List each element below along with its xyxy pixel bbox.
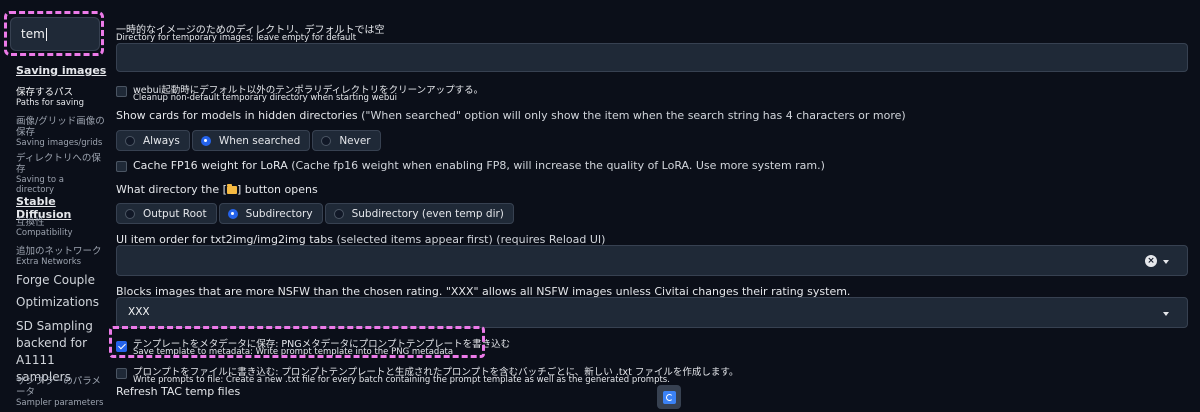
ui-order-multiselect[interactable]: × bbox=[116, 245, 1188, 276]
radio-dot bbox=[227, 208, 238, 219]
sidebar-item-compatibility[interactable]: 互換性 Compatibility bbox=[16, 217, 73, 238]
hidden-dirs-label: Show cards for models in hidden director… bbox=[116, 109, 906, 122]
cleanup-checkbox[interactable] bbox=[116, 86, 127, 97]
sidebar-item-forge-couple[interactable]: Forge Couple bbox=[16, 272, 95, 289]
sidebar-item-label-jp: サンプラーのパラメータ bbox=[16, 376, 101, 398]
refresh-tac-label: Refresh TAC temp files bbox=[116, 385, 241, 398]
folder-button-radio-group: Output Root Subdirectory Subdirectory (e… bbox=[116, 203, 514, 224]
radio-subdirectory[interactable]: Subdirectory bbox=[218, 203, 323, 224]
temp-dir-label-en: Directory for temporary images; leave em… bbox=[116, 33, 357, 43]
radio-dot bbox=[200, 135, 211, 146]
settings-sidebar: tem Saving images 保存するパス Paths for savin… bbox=[0, 0, 108, 412]
radio-label: Subdirectory bbox=[245, 207, 313, 220]
sidebar-item-paths-for-saving[interactable]: 保存するパス Paths for saving bbox=[16, 87, 84, 108]
radio-label: Subdirectory (even temp dir) bbox=[351, 207, 504, 220]
folder-icon bbox=[226, 184, 237, 194]
folder-button-label-post: ] button opens bbox=[236, 183, 318, 196]
fp16-lora-checkbox[interactable] bbox=[116, 161, 127, 172]
sidebar-item-label-en: Extra Networks bbox=[16, 257, 82, 267]
sidebar-item-label-en: Compatibility bbox=[16, 228, 73, 238]
hidden-dirs-radio-group: Always When searched Never bbox=[116, 130, 381, 151]
chevron-down-icon bbox=[1163, 312, 1169, 316]
radio-subdirectory-even-temp[interactable]: Subdirectory (even temp dir) bbox=[324, 203, 514, 224]
folder-button-label-pre: What directory the [ bbox=[116, 183, 227, 196]
temp-dir-input[interactable] bbox=[116, 43, 1188, 72]
sidebar-item-label-jp: ディレクトリへの保存 bbox=[16, 153, 101, 175]
sidebar-item-label-en: Paths for saving bbox=[16, 98, 85, 108]
sidebar-item-label-jp: 画像/グリッド画像の保存 bbox=[16, 116, 105, 138]
sidebar-item-extra-networks[interactable]: 追加のネットワーク Extra Networks bbox=[16, 246, 102, 267]
sidebar-item-optimizations[interactable]: Optimizations bbox=[16, 294, 99, 311]
radio-dot bbox=[125, 208, 135, 219]
write-prompts-checkbox[interactable] bbox=[116, 368, 127, 379]
hidden-dirs-title: Show cards for models in hidden director… bbox=[116, 109, 358, 122]
sidebar-item-saving-images-grids[interactable]: 画像/グリッド画像の保存 Saving images/grids bbox=[16, 116, 106, 148]
nsfw-rating-dropdown[interactable]: XXX bbox=[116, 297, 1188, 328]
refresh-icon bbox=[662, 390, 676, 404]
sidebar-section-saving-images[interactable]: Saving images bbox=[16, 64, 106, 77]
radio-always[interactable]: Always bbox=[116, 130, 190, 151]
search-highlight-annotation bbox=[4, 11, 104, 56]
radio-dot bbox=[125, 135, 135, 146]
chevron-down-icon[interactable] bbox=[1163, 260, 1169, 264]
fp16-lora-label: Cache FP16 weight for LoRA (Cache fp16 w… bbox=[133, 159, 825, 172]
fp16-lora-note: (Cache fp16 weight when enabling FP8, wi… bbox=[291, 159, 825, 172]
save-template-highlight-annotation bbox=[109, 326, 485, 358]
radio-dot bbox=[321, 135, 332, 146]
clear-icon[interactable]: × bbox=[1145, 255, 1157, 267]
sidebar-item-label-jp: 追加のネットワーク bbox=[16, 246, 102, 257]
sidebar-item-label-en: Sampler parameters bbox=[16, 398, 104, 408]
folder-button-label: What directory the [ ] button opens bbox=[116, 183, 318, 196]
radio-output-root[interactable]: Output Root bbox=[116, 203, 217, 224]
sidebar-item-label-jp: 互換性 bbox=[16, 217, 45, 228]
radio-label: Always bbox=[143, 134, 180, 147]
hidden-dirs-note: ("When searched" option will only show t… bbox=[361, 109, 906, 122]
sidebar-item-label-jp: 保存するパス bbox=[16, 87, 74, 98]
radio-label: Output Root bbox=[143, 207, 207, 220]
sidebar-item-label-en: Saving images/grids bbox=[16, 138, 103, 148]
sidebar-item-label-en: Saving to a directory bbox=[16, 175, 64, 195]
nsfw-rating-value: XXX bbox=[128, 306, 150, 318]
write-prompts-label-en: Write prompts to file: Create a new .txt… bbox=[133, 375, 670, 385]
radio-when-searched[interactable]: When searched bbox=[191, 130, 311, 151]
refresh-tac-button[interactable] bbox=[657, 385, 681, 409]
radio-label: Never bbox=[339, 134, 371, 147]
radio-dot bbox=[333, 208, 344, 219]
sidebar-item-sampler-parameters[interactable]: サンプラーのパラメータ Sampler parameters bbox=[16, 376, 106, 408]
fp16-lora-title: Cache FP16 weight for LoRA bbox=[133, 159, 288, 172]
cleanup-label-en: Cleanup non-default temporary directory … bbox=[133, 93, 397, 103]
radio-never[interactable]: Never bbox=[312, 130, 381, 151]
radio-label: When searched bbox=[218, 134, 301, 147]
sidebar-item-saving-to-directory[interactable]: ディレクトリへの保存 Saving to a directory bbox=[16, 153, 104, 195]
